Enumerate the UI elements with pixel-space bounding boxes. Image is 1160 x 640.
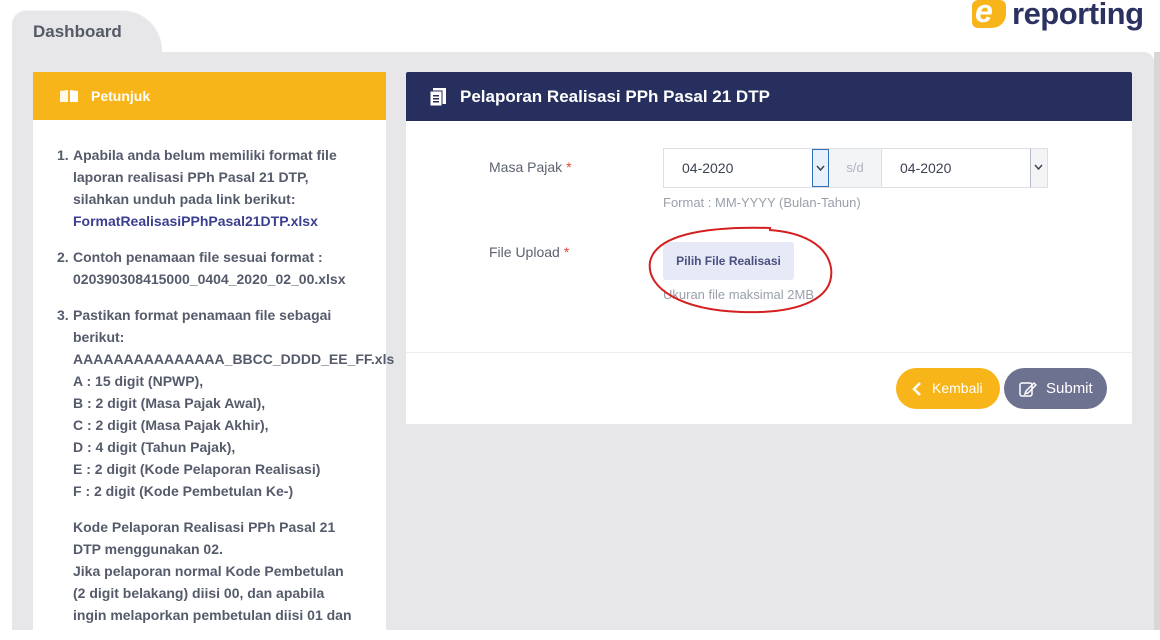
instruction-line: B : 2 digit (Masa Pajak Awal),: [73, 395, 266, 411]
instruction-line: laporan realisasi PPh Pasal 21 DTP,: [73, 169, 309, 185]
masa-pajak-to-value: 04-2020: [900, 160, 952, 176]
format-download-link[interactable]: FormatRealisasiPPhPasal21DTP.xlsx: [73, 210, 375, 232]
instruction-item-2: 2. Contoh penamaan file sesuai format : …: [57, 246, 375, 290]
instruction-item-1: 1. Apabila anda belum memiliki format fi…: [57, 144, 375, 232]
brand-name: reporting: [1012, 0, 1144, 31]
dropdown-arrow[interactable]: [812, 149, 829, 187]
instruction-line: berikut:: [73, 329, 125, 345]
date-range-separator: s/d: [829, 148, 881, 188]
instructions-list: 1. Apabila anda belum memiliki format fi…: [57, 144, 395, 640]
masa-pajak-to-select[interactable]: 04-2020: [881, 148, 1048, 188]
form-divider: [406, 352, 1132, 353]
instruction-line: F : 2 digit (Kode Pembetulan Ke-): [73, 483, 294, 499]
dashboard-tab-label: Dashboard: [33, 22, 122, 41]
file-size-hint: Ukuran file maksimal 2MB: [663, 287, 814, 302]
instruction-line: AAAAAAAAAAAAAAA_BBCC_DDDD_EE_FF.xls: [73, 351, 395, 367]
required-mark: *: [566, 159, 572, 175]
instructions-panel: Petunjuk 1. Apabila anda belum memiliki …: [33, 72, 394, 632]
instruction-number: 2.: [57, 249, 69, 265]
required-mark: *: [563, 244, 570, 260]
instruction-number: 1.: [57, 147, 69, 163]
form-header: Pelaporan Realisasi PPh Pasal 21 DTP: [406, 72, 1132, 121]
instruction-line: Apabila anda belum memiliki format file: [73, 147, 337, 163]
note-line: Jika pelaporan normal Kode Pembetulan: [73, 563, 344, 579]
frame-edge: [1154, 52, 1160, 630]
brand-letter: e: [975, 0, 993, 29]
chevron-left-icon: [912, 382, 921, 396]
instruction-line: Pastikan format penamaan file sebagai: [73, 307, 332, 323]
instruction-line: 020390308415000_0404_2020_02_00.xlsx: [73, 271, 346, 287]
file-upload-label: File Upload *: [489, 244, 569, 260]
instruction-line: D : 4 digit (Tahun Pajak),: [73, 439, 236, 455]
instruction-line: A : 15 digit (NPWP),: [73, 373, 204, 389]
masa-pajak-label-text: Masa Pajak: [489, 159, 563, 175]
instruction-line: silahkan unduh pada link berikut:: [73, 191, 296, 207]
instruction-line: C : 2 digit (Masa Pajak Akhir),: [73, 417, 269, 433]
submit-button[interactable]: Submit: [1004, 368, 1107, 409]
masa-pajak-label: Masa Pajak *: [489, 159, 572, 175]
back-button[interactable]: Kembali: [896, 368, 1000, 409]
form-title: Pelaporan Realisasi PPh Pasal 21 DTP: [460, 87, 770, 106]
chevron-down-icon: [1034, 164, 1043, 171]
edit-icon: [1019, 381, 1037, 397]
instructions-header: Petunjuk: [33, 72, 386, 120]
masa-pajak-from-value: 04-2020: [682, 160, 734, 176]
chevron-down-icon: [816, 165, 825, 172]
dropdown-arrow[interactable]: [1030, 149, 1047, 187]
instruction-item-3: 3. Pastikan format penamaan file sebagai…: [57, 304, 395, 502]
instruction-line: Contoh penamaan file sesuai format :: [73, 249, 323, 265]
dashboard-tab[interactable]: Dashboard: [12, 10, 162, 54]
note-line: DTP menggunakan 02.: [73, 541, 223, 557]
format-hint: Format : MM-YYYY (Bulan-Tahun): [663, 195, 861, 210]
note-line: ingin melaporkan pembetulan diisi 01 dan: [73, 607, 352, 623]
choose-file-button[interactable]: Pilih File Realisasi: [663, 242, 794, 280]
back-button-label: Kembali: [932, 380, 983, 396]
masa-pajak-from-select[interactable]: 04-2020: [663, 148, 830, 188]
brand-logo-mark: e: [972, 0, 1006, 29]
instruction-number: 3.: [57, 307, 69, 323]
submit-button-label: Submit: [1046, 380, 1093, 397]
file-upload-label-text: File Upload: [489, 244, 560, 260]
instructions-title: Petunjuk: [91, 88, 151, 104]
document-icon: [430, 88, 446, 106]
instruction-note: Kode Pelaporan Realisasi PPh Pasal 21 DT…: [57, 516, 375, 626]
book-icon: [60, 90, 78, 102]
note-line: Kode Pelaporan Realisasi PPh Pasal 21: [73, 519, 336, 535]
instruction-line: E : 2 digit (Kode Pelaporan Realisasi): [73, 461, 321, 477]
note-line: (2 digit belakang) diisi 00, dan apabila: [73, 585, 325, 601]
